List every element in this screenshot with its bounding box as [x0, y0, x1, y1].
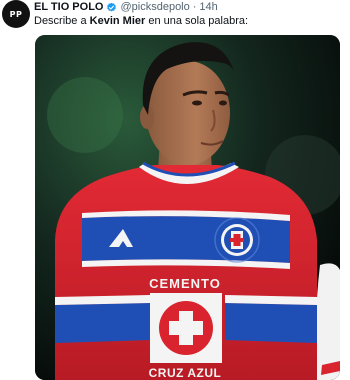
- tweet-text-start: Describe a: [34, 15, 90, 27]
- verified-badge-icon: [107, 2, 117, 11]
- handle[interactable]: @picksdepolo: [120, 1, 189, 13]
- tweet-header: EL TIO POLO @picksdepolo · 14h: [34, 0, 346, 14]
- tweet-media-photo[interactable]: CEMENTO CRUZ AZUL: [35, 35, 340, 380]
- shirt-brand-text: CRUZ AZUL: [149, 366, 222, 380]
- shirt-sponsor-text: CEMENTO: [149, 276, 221, 291]
- separator-dot: ·: [192, 1, 197, 13]
- player-photo-illustration: CEMENTO CRUZ AZUL: [35, 35, 340, 380]
- avatar[interactable]: PP: [2, 0, 30, 28]
- tweet-text-end: en una sola palabra:: [145, 15, 249, 27]
- tweet-text-mention: Kevin Mier: [89, 15, 146, 27]
- tweet-text: Describe a Kevin Mier en una sola palabr…: [34, 14, 346, 28]
- timestamp[interactable]: 14h: [199, 1, 217, 13]
- display-name[interactable]: EL TIO POLO: [34, 1, 103, 13]
- avatar-initials: PP: [9, 9, 23, 19]
